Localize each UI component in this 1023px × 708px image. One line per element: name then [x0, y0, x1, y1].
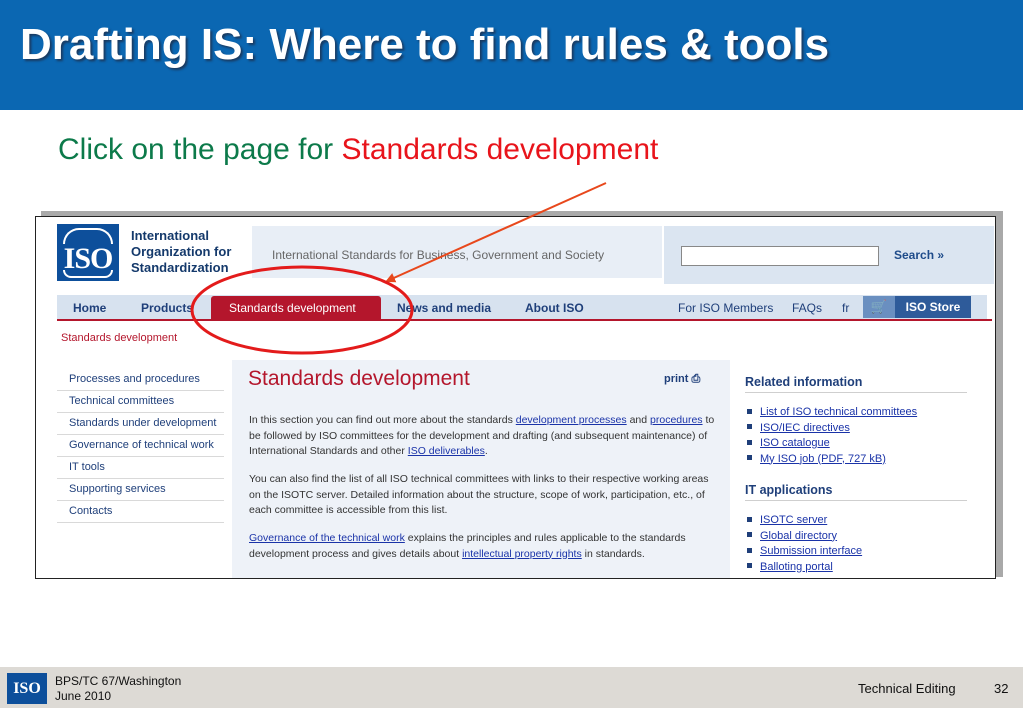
- globe-lower-icon: [63, 270, 113, 278]
- related-info-list: List of ISO technical committees ISO/IEC…: [745, 405, 917, 467]
- nav-home[interactable]: Home: [73, 301, 106, 315]
- list-item[interactable]: Global directory: [745, 529, 862, 545]
- print-button[interactable]: print ⎙: [664, 373, 700, 386]
- org-name: International Organization for Standardi…: [131, 228, 232, 275]
- footer-iso-logo: ISO: [7, 673, 47, 704]
- list-item[interactable]: ISOTC server: [745, 513, 862, 529]
- link-governance[interactable]: Governance of the technical work: [249, 532, 405, 544]
- governance-paragraph: Governance of the technical work explain…: [249, 531, 719, 562]
- iso-logo[interactable]: ISO: [57, 224, 119, 281]
- website-screenshot: ISO International Organization for Stand…: [35, 216, 996, 579]
- link-development-processes[interactable]: development processes: [516, 414, 627, 426]
- bullet-icon: [747, 563, 752, 569]
- slide-subtitle: Click on the page for Standards developm…: [58, 133, 658, 167]
- intro-paragraph: In this section you can find out more ab…: [249, 413, 719, 460]
- link[interactable]: ISO/IEC directives: [760, 422, 850, 434]
- link[interactable]: My ISO job (PDF, 727 kB): [760, 453, 886, 465]
- search-input[interactable]: [681, 246, 879, 266]
- it-applications-heading: IT applications: [745, 483, 833, 497]
- list-item[interactable]: My ISO job (PDF, 727 kB): [745, 452, 917, 468]
- left-nav-item[interactable]: Contacts: [57, 501, 224, 523]
- title-bar: Drafting IS: Where to find rules & tools: [0, 0, 1023, 110]
- paragraph-text: In this section you can find out more ab…: [249, 414, 516, 426]
- list-item[interactable]: ISO catalogue: [745, 436, 917, 452]
- committees-paragraph: You can also find the list of all ISO te…: [249, 473, 709, 516]
- link[interactable]: ISO catalogue: [760, 437, 830, 449]
- nav-standards-development[interactable]: Standards development: [229, 301, 356, 315]
- bullet-icon: [747, 516, 752, 522]
- paragraph-text: in standards.: [581, 547, 645, 560]
- subtitle-text: Click on the page for: [58, 133, 342, 166]
- footer-section: Technical Editing: [858, 681, 956, 696]
- nav-news-and-media[interactable]: News and media: [397, 301, 491, 315]
- link-ip-rights[interactable]: intellectual property rights: [462, 548, 582, 560]
- nav-divider: [57, 319, 992, 321]
- left-nav-item[interactable]: Technical committees: [57, 391, 224, 413]
- left-nav-item[interactable]: Standards under development: [57, 413, 224, 435]
- link-procedures[interactable]: procedures: [650, 414, 703, 426]
- tagline: International Standards for Business, Go…: [272, 248, 605, 262]
- footer-meta: BPS/TC 67/Washington June 2010: [55, 674, 181, 704]
- link[interactable]: List of ISO technical committees: [760, 406, 917, 418]
- left-nav-item[interactable]: Supporting services: [57, 479, 224, 501]
- link[interactable]: ISOTC server: [760, 514, 827, 526]
- nav-about-iso[interactable]: About ISO: [525, 301, 584, 315]
- it-applications-list: ISOTC server Global directory Submission…: [745, 513, 862, 575]
- printer-icon[interactable]: ⎙: [692, 373, 701, 385]
- print-label[interactable]: print: [664, 373, 688, 385]
- list-item[interactable]: Balloting portal: [745, 560, 862, 576]
- left-nav: Processes and procedures Technical commi…: [57, 369, 224, 523]
- slide: Drafting IS: Where to find rules & tools…: [0, 0, 1023, 708]
- bullet-icon: [747, 455, 752, 461]
- left-nav-item[interactable]: Governance of technical work: [57, 435, 224, 457]
- related-info-heading: Related information: [745, 375, 863, 389]
- list-item[interactable]: Submission interface: [745, 544, 862, 560]
- footer-event: BPS/TC 67/Washington: [55, 674, 182, 688]
- bullet-icon: [747, 424, 752, 430]
- divider: [745, 392, 967, 393]
- link-iso-deliverables[interactable]: ISO deliverables: [408, 445, 485, 457]
- nav-for-iso-members[interactable]: For ISO Members: [678, 301, 773, 315]
- nav-faqs[interactable]: FAQs: [792, 301, 822, 315]
- paragraph-text: and: [626, 414, 651, 426]
- slide-title: Drafting IS: Where to find rules & tools: [20, 20, 830, 69]
- link[interactable]: Global directory: [760, 530, 837, 542]
- divider: [745, 500, 967, 501]
- cart-icon[interactable]: 🛒: [863, 296, 895, 318]
- bullet-icon: [747, 439, 752, 445]
- page-number: 32: [994, 681, 1009, 696]
- nav-language-fr[interactable]: fr: [842, 301, 849, 315]
- left-nav-item[interactable]: Processes and procedures: [57, 369, 224, 391]
- list-item[interactable]: ISO/IEC directives: [745, 421, 917, 437]
- breadcrumb[interactable]: Standards development: [61, 332, 177, 344]
- search-button[interactable]: Search »: [894, 248, 944, 262]
- bullet-icon: [747, 532, 752, 538]
- list-item[interactable]: List of ISO technical committees: [745, 405, 917, 421]
- paragraph-text: .: [484, 445, 488, 457]
- footer-date: June 2010: [55, 689, 112, 703]
- subtitle-highlight: Standards development: [341, 133, 659, 166]
- link[interactable]: Balloting portal: [760, 561, 833, 573]
- bullet-icon: [747, 408, 752, 414]
- link[interactable]: Submission interface: [760, 545, 862, 557]
- nav-iso-store[interactable]: ISO Store: [895, 296, 971, 318]
- left-nav-item[interactable]: IT tools: [57, 457, 224, 479]
- bullet-icon: [747, 547, 752, 553]
- nav-products[interactable]: Products: [141, 301, 193, 315]
- page-title: Standards development: [248, 367, 470, 390]
